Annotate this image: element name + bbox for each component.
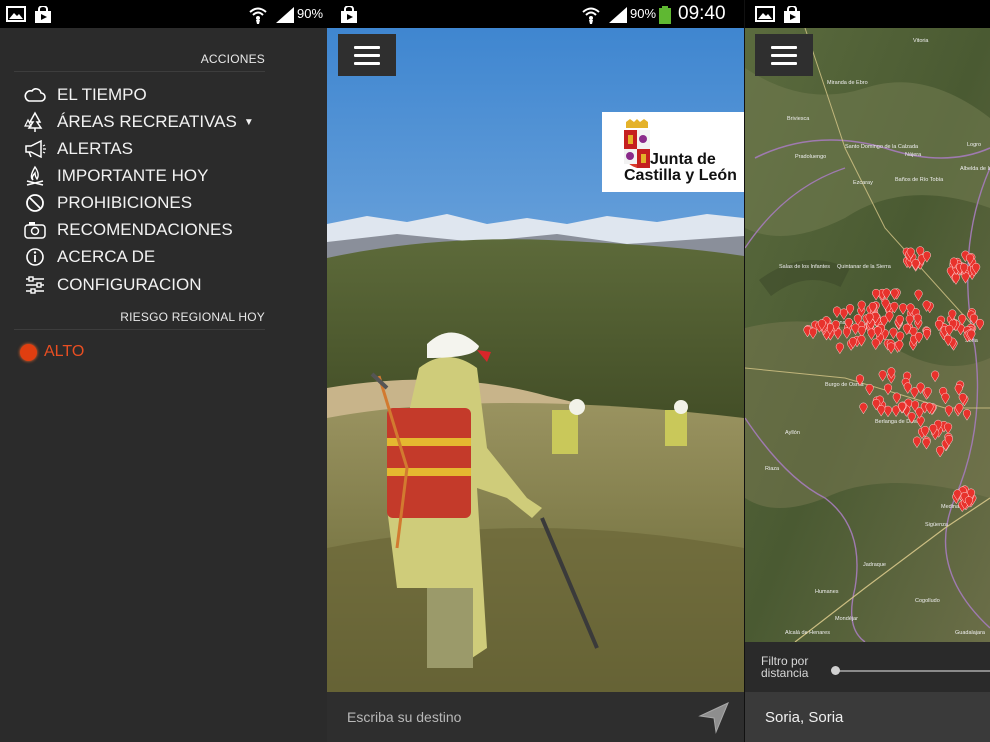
map-label: Logro [967, 142, 981, 148]
map-label: Santo Domingo de la Calzada [845, 144, 919, 150]
menu-item-configuracion[interactable]: CONFIGURACION [24, 273, 284, 297]
cloud-icon [24, 84, 46, 106]
play-store-notification-icon [35, 6, 51, 23]
map-label: Sigüenza [925, 522, 949, 528]
map-label: Nájera [905, 152, 922, 158]
camera-icon [24, 219, 46, 241]
gallery-notification-icon [755, 6, 775, 22]
junta-logo: Junta de Castilla y León [602, 112, 744, 192]
risk-level: ALTO [44, 343, 85, 360]
navigation-arrow-icon[interactable] [696, 700, 732, 736]
menu-item-label: ÁREAS RECREATIVAS [57, 112, 237, 131]
caret-down-icon: ▼ [243, 116, 254, 128]
menu-item-label: IMPORTANTE HOY [57, 166, 209, 185]
distance-slider-thumb[interactable] [831, 666, 840, 675]
map-label: Albelda de Iregua [960, 166, 990, 172]
map-label: Cogolludo [915, 598, 940, 604]
battery-percent: 90% [297, 6, 324, 21]
trees-icon [24, 111, 46, 133]
map-label: Humanes [815, 589, 839, 595]
risk-indicator: ALTO [20, 343, 84, 361]
navigation-drawer-screen: 90% ACCIONES EL TIEMPO ÁREAS RECREATIVAS… [0, 0, 327, 742]
destination-search-input[interactable] [347, 706, 667, 728]
hero-photo: Junta de Castilla y León [327, 28, 744, 692]
menu-item-label: ALERTAS [57, 139, 133, 158]
menu-item-label: PROHIBICIONES [57, 193, 193, 212]
clock: 09:40 [678, 3, 726, 24]
logo-line1: Junta de [650, 151, 716, 168]
map-label: Jadraque [863, 562, 886, 568]
map-label: Briviesca [787, 116, 810, 122]
fire-map[interactable]: Vitoria Miranda de Ebro Briviesca Santo Dom… [745, 28, 990, 642]
divider [14, 329, 265, 330]
prohibited-icon [24, 192, 46, 214]
campfire-icon [24, 165, 46, 187]
wifi-icon [582, 7, 600, 24]
map-label: Pradoluengo [795, 154, 826, 160]
map-label: Baños de Río Tobía [895, 177, 944, 183]
menu-item-prohibiciones[interactable]: PROHIBICIONES [24, 191, 284, 215]
map-label: Ayllón [785, 430, 800, 436]
destination-search-bar [327, 692, 744, 742]
distance-filter-bar: Filtro por distancia [745, 642, 990, 692]
map-screen: Vitoria Miranda de Ebro Briviesca Santo Dom… [745, 0, 990, 742]
distance-slider-track[interactable] [835, 670, 990, 672]
distance-filter-label: Filtro por distancia [761, 654, 809, 680]
hamburger-icon-bar [771, 45, 797, 49]
menu-item-label: RECOMENDACIONES [57, 220, 233, 239]
divider [14, 71, 265, 72]
battery-percent: 90% [630, 6, 657, 21]
map-label: Riaza [765, 466, 780, 472]
menu-item-importante-hoy[interactable]: IMPORTANTE HOY [24, 164, 284, 188]
menu-button[interactable] [338, 34, 396, 76]
map-label: Vitoria [913, 38, 929, 44]
sliders-icon [24, 274, 46, 296]
home-screen: 90% 09:40 Junta de Castilla y León Escri… [327, 0, 744, 742]
map-label: Quintanar de la Sierra [837, 264, 892, 270]
menu-item-areas-recreativas[interactable]: ÁREAS RECREATIVAS ▼ [24, 110, 284, 134]
info-icon [24, 246, 46, 268]
status-bar: 90% 09:40 [327, 0, 744, 28]
risk-dot [20, 343, 37, 361]
wifi-icon [249, 7, 267, 24]
map-label: Salas de los Infantes [779, 264, 830, 270]
signal-icon [609, 7, 627, 23]
menu-item-tiempo[interactable]: EL TIEMPO [24, 83, 284, 107]
gallery-notification-icon [6, 6, 26, 22]
actions-section-header: ACCIONES [200, 52, 265, 66]
menu-item-label: EL TIEMPO [57, 85, 147, 104]
map-label: Guadalajara [955, 630, 986, 636]
current-location: Soria, Soria [765, 709, 844, 726]
play-store-notification-icon [341, 6, 357, 23]
map-label: Miranda de Ebro [827, 80, 868, 86]
status-bar [745, 0, 990, 28]
battery-icon [659, 6, 671, 24]
megaphone-icon [24, 138, 46, 160]
menu-item-alertas[interactable]: ALERTAS [24, 137, 284, 161]
map-label: Berlanga de Duero [875, 419, 921, 425]
map-label: Ezcaray [853, 180, 873, 186]
menu-item-label: ACERCA DE [57, 247, 156, 266]
location-bar[interactable]: Soria, Soria [745, 692, 990, 742]
menu-button[interactable] [755, 34, 813, 76]
map-label: Mondéjar [835, 616, 858, 622]
map-view[interactable]: Vitoria Miranda de Ebro Briviesca Santo Dom… [745, 28, 990, 642]
status-bar: 90% [0, 0, 327, 28]
logo-line2: Castilla y León [624, 167, 737, 184]
play-store-notification-icon [784, 6, 800, 23]
menu-item-recomendaciones[interactable]: RECOMENDACIONES [24, 218, 284, 242]
map-label: Alcalá de Henares [785, 630, 830, 636]
signal-icon [276, 7, 294, 23]
risk-section-header: RIESGO REGIONAL HOY [120, 310, 265, 324]
hamburger-icon-bar [354, 45, 380, 49]
menu-item-label: CONFIGURACION [57, 275, 202, 294]
menu-item-acerca-de[interactable]: ACERCA DE [24, 245, 284, 269]
